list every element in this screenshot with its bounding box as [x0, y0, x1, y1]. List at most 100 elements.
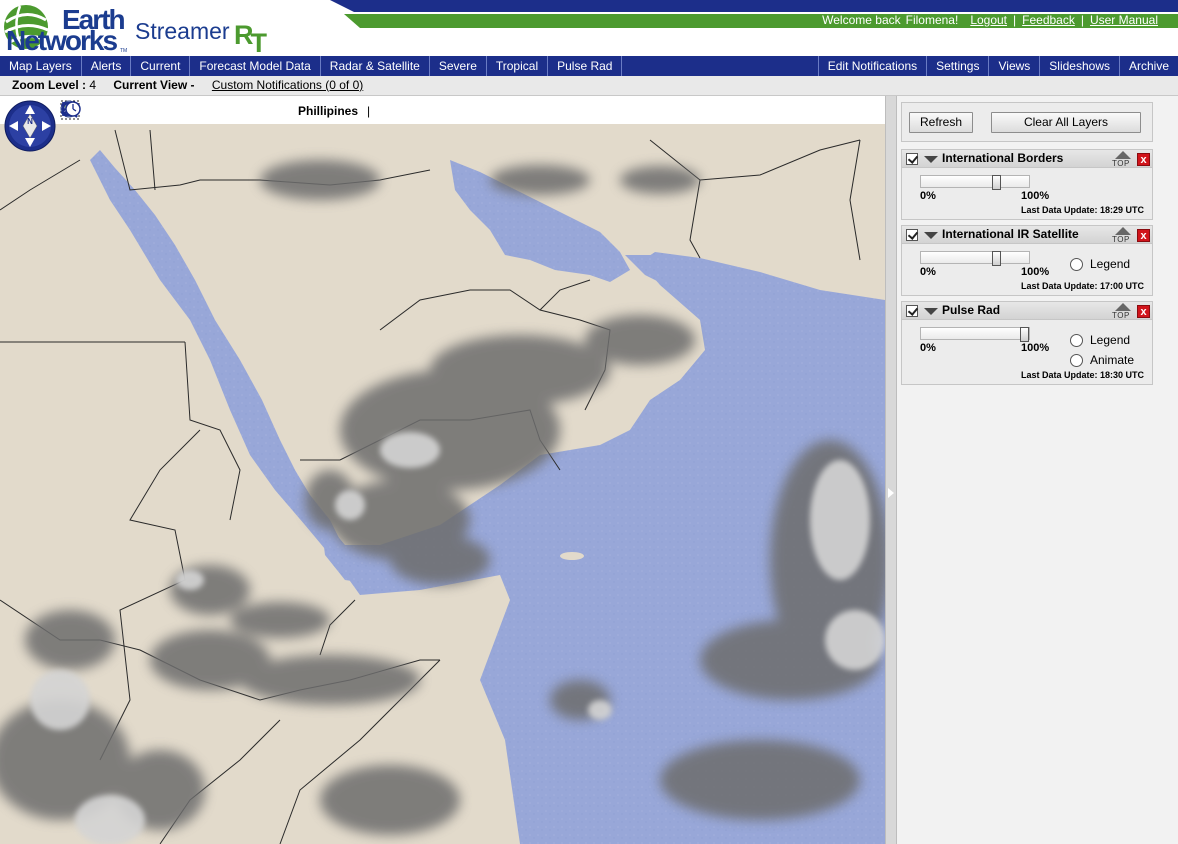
slider-thumb[interactable]: [1020, 327, 1029, 342]
link-separator: |: [1080, 13, 1084, 27]
main-nav: Map Layers Alerts Current Forecast Model…: [0, 56, 1178, 76]
animate-option[interactable]: Animate: [1070, 353, 1134, 367]
app-header: Earth Networks TM Streamer RT Welcome ba…: [0, 0, 1178, 58]
legend-radio[interactable]: [1070, 257, 1083, 271]
layer-header: Pulse Rad TOP x: [902, 302, 1152, 320]
feedback-link[interactable]: Feedback: [1022, 13, 1075, 27]
last-update-label: Last Data Update:: [1020, 281, 1098, 291]
product-suffix-t: T: [250, 28, 267, 58]
logo-trademark: TM: [120, 48, 128, 54]
up-arrow-icon: [1115, 151, 1131, 159]
nav-map-layers[interactable]: Map Layers: [0, 56, 82, 76]
nav-edit-notifications[interactable]: Edit Notifications: [817, 56, 926, 76]
layer-pulse-rad: Pulse Rad TOP x 0% 100% Legend Animate L…: [901, 301, 1153, 385]
custom-notifications-link[interactable]: Custom Notifications (0 of 0): [212, 78, 363, 92]
layer-header: International Borders TOP x: [902, 150, 1152, 168]
last-update: Last Data Update: 17:00 UTC: [1021, 281, 1144, 291]
compass-north-label: N: [27, 117, 33, 126]
square-icon[interactable]: [62, 100, 264, 122]
line-icon[interactable]: [62, 100, 212, 122]
layer-international-borders: International Borders TOP x 0% 100% Last…: [901, 149, 1153, 220]
collapse-arrow-icon: [888, 488, 894, 498]
move-to-top-button[interactable]: TOP: [1112, 151, 1134, 168]
user-manual-link[interactable]: User Manual: [1090, 13, 1158, 27]
panel-collapse-handle[interactable]: [885, 96, 897, 844]
weather-map[interactable]: Phillipines | N: [0, 96, 885, 844]
clock-icon[interactable]: [61, 100, 290, 122]
move-to-top-button[interactable]: TOP: [1112, 303, 1134, 320]
nav-pulse-rad[interactable]: Pulse Rad: [548, 56, 623, 76]
opacity-max: 100%: [1021, 266, 1050, 278]
welcome-greeting: Welcome back: [822, 13, 901, 27]
socotra-island: [560, 552, 584, 560]
opacity-slider[interactable]: [920, 251, 1030, 266]
move-to-top-button[interactable]: TOP: [1112, 227, 1134, 244]
layer-panel: Refresh Clear All Layers International B…: [897, 96, 1178, 844]
collapse-layer-icon[interactable]: [924, 232, 938, 239]
globe-icon[interactable]: [60, 100, 160, 122]
location-caret: |: [367, 104, 371, 118]
layer-visibility-checkbox[interactable]: [906, 305, 918, 317]
opacity-slider[interactable]: [920, 175, 1030, 190]
opacity-max: 100%: [1021, 342, 1050, 354]
nav-current[interactable]: Current: [131, 56, 191, 76]
pan-compass-control[interactable]: N: [4, 100, 56, 152]
slider-thumb[interactable]: [992, 251, 1001, 266]
refresh-button[interactable]: Refresh: [909, 112, 973, 133]
up-arrow-icon: [1115, 227, 1131, 235]
legend-label: Legend: [1090, 333, 1131, 347]
product-suffix: RT: [234, 20, 267, 58]
collapse-layer-icon[interactable]: [924, 308, 938, 315]
remove-layer-button[interactable]: x: [1137, 153, 1150, 166]
layer-title: International IR Satellite: [942, 227, 1079, 241]
animate-radio[interactable]: [1070, 353, 1083, 367]
nav-views[interactable]: Views: [988, 56, 1039, 76]
link-separator: |: [1013, 13, 1017, 27]
layer-visibility-checkbox[interactable]: [906, 229, 918, 241]
map-canvas: [0, 96, 885, 844]
logout-link[interactable]: Logout: [970, 13, 1007, 27]
nav-forecast-model-data[interactable]: Forecast Model Data: [190, 56, 321, 76]
product-suffix-r: R: [234, 20, 253, 50]
legend-radio[interactable]: [1070, 333, 1083, 347]
nav-archive[interactable]: Archive: [1118, 56, 1178, 76]
zoom-level-label: Zoom Level :: [12, 78, 87, 92]
collapse-layer-icon[interactable]: [924, 156, 938, 163]
nav-radar-satellite[interactable]: Radar & Satellite: [321, 56, 430, 76]
ruler-icon[interactable]: [61, 100, 186, 122]
earth-networks-logo[interactable]: Earth Networks TM: [2, 2, 130, 56]
nav-settings[interactable]: Settings: [926, 56, 988, 76]
remove-layer-button[interactable]: x: [1137, 229, 1150, 242]
nav-tropical[interactable]: Tropical: [487, 56, 549, 76]
zoom-box-icon[interactable]: [60, 100, 134, 122]
nav-slideshows[interactable]: Slideshows: [1039, 56, 1119, 76]
up-arrow-icon: [1115, 303, 1131, 311]
last-update-time: 17:00 UTC: [1099, 281, 1144, 291]
animate-label: Animate: [1090, 353, 1135, 367]
opacity-min: 0%: [920, 266, 936, 278]
legend-option[interactable]: Legend: [1070, 257, 1130, 271]
product-name: Streamer: [135, 18, 230, 44]
last-update: Last Data Update: 18:29 UTC: [1021, 205, 1144, 215]
nav-alerts[interactable]: Alerts: [82, 56, 132, 76]
legend-label: Legend: [1090, 257, 1131, 271]
last-update-label: Last Data Update:: [1020, 205, 1098, 215]
layer-international-ir-satellite: International IR Satellite TOP x 0% 100%…: [901, 225, 1153, 296]
logo-networks-text: Networks: [6, 25, 118, 56]
welcome-bar: Welcome back Filomena! Logout | Feedback…: [822, 12, 1178, 28]
opacity-slider[interactable]: [920, 327, 1030, 342]
map-toolbar: Phillipines |: [60, 100, 370, 122]
slider-thumb[interactable]: [992, 175, 1001, 190]
top-label: TOP: [1112, 159, 1130, 168]
nav-severe[interactable]: Severe: [430, 56, 487, 76]
layer-header: International IR Satellite TOP x: [902, 226, 1152, 244]
zoom-out-icon[interactable]: [61, 100, 108, 122]
clear-all-layers-button[interactable]: Clear All Layers: [991, 112, 1141, 133]
location-label[interactable]: Phillipines: [298, 104, 358, 118]
circle-icon[interactable]: [62, 100, 238, 122]
legend-option[interactable]: Legend: [1070, 333, 1130, 347]
last-update-time: 18:30 UTC: [1099, 370, 1144, 380]
layer-visibility-checkbox[interactable]: [906, 153, 918, 165]
remove-layer-button[interactable]: x: [1137, 305, 1150, 318]
layer-title: Pulse Rad: [942, 303, 1001, 317]
